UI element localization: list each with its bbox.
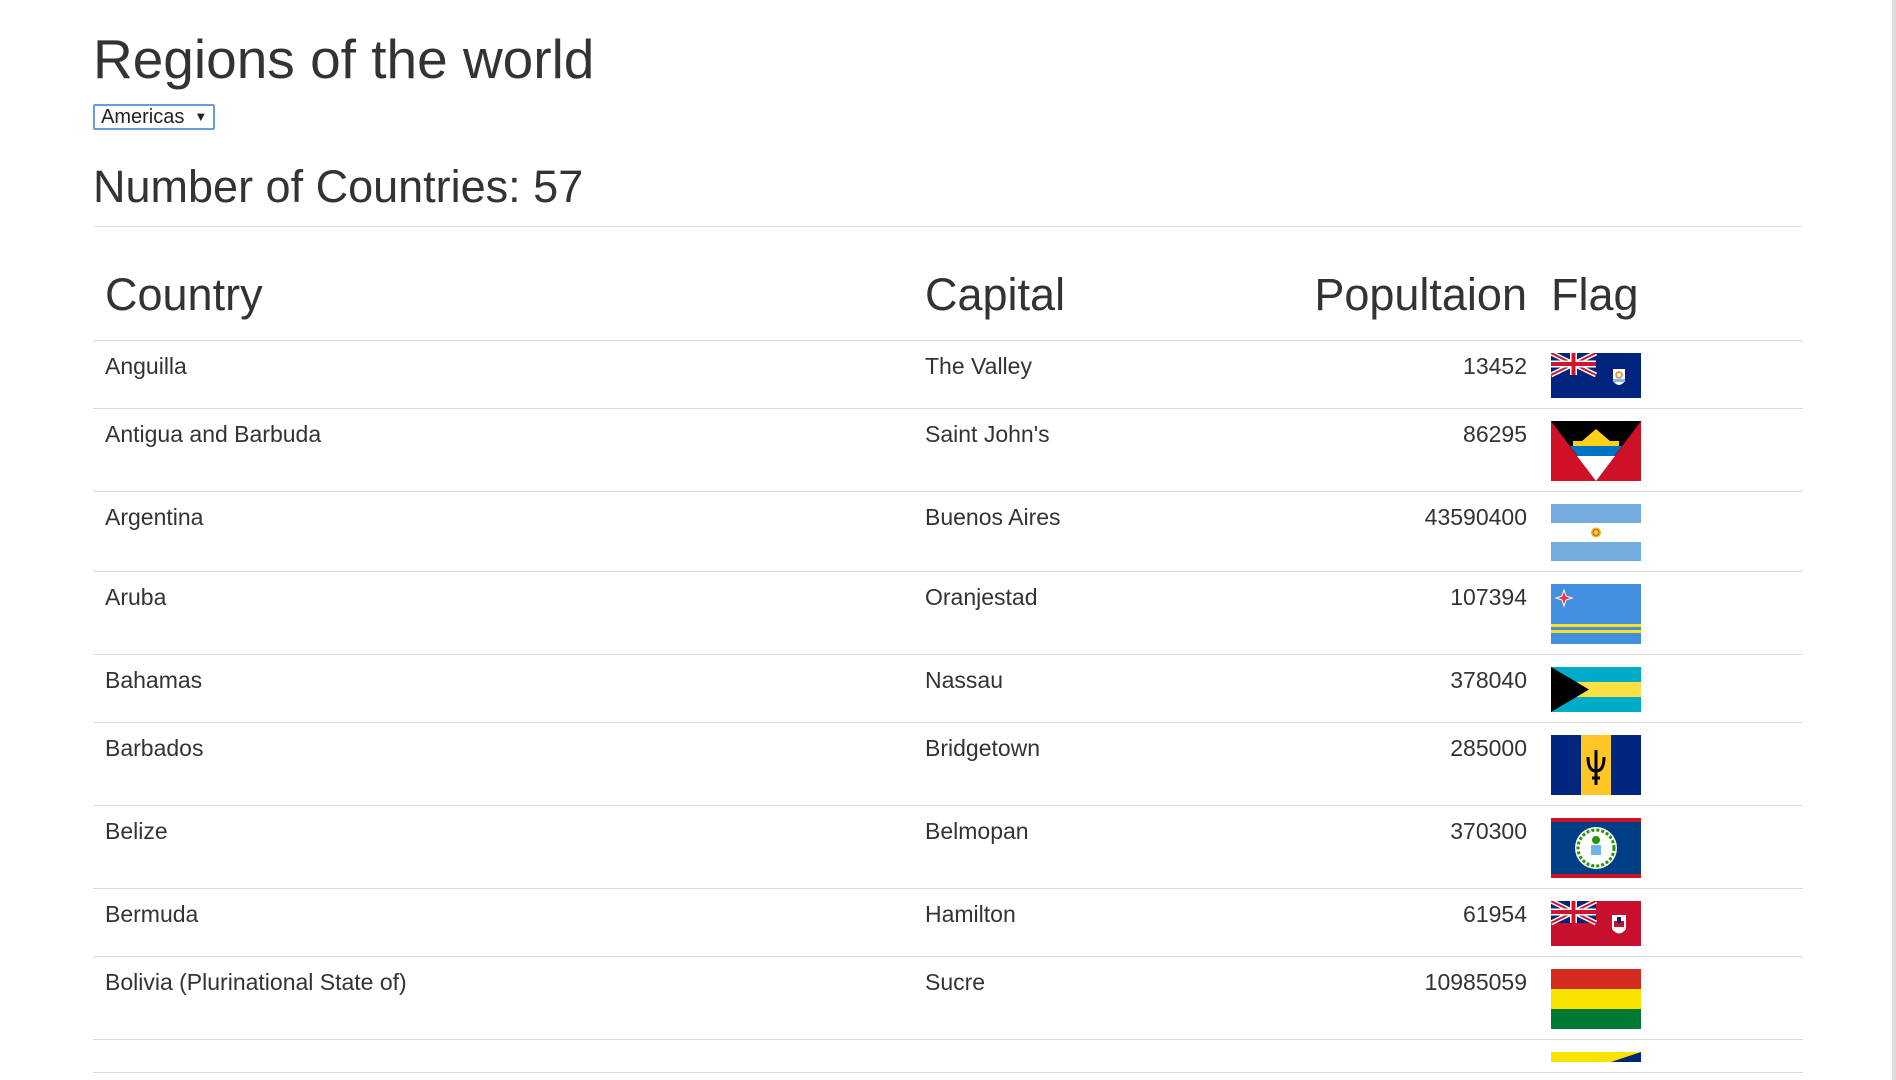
region-select-value: Americas	[101, 106, 185, 128]
country-name: Aruba	[93, 571, 913, 655]
population-value: 61954	[1213, 888, 1539, 957]
table-row: Aruba Oranjestad 107394	[93, 571, 1803, 655]
country-name: Bermuda	[93, 888, 913, 957]
capital-name: The Valley	[913, 340, 1213, 409]
table-header-row: Country Capital Popultaion Flag	[93, 258, 1803, 341]
page-title: Regions of the world	[93, 28, 595, 90]
capital-name: Buenos Aires	[913, 491, 1213, 572]
column-header-flag: Flag	[1539, 258, 1803, 341]
table-row: Belize Belmopan 370300	[93, 805, 1803, 889]
capital-name: Saint John's	[913, 408, 1213, 492]
table-row: Anguilla The Valley 13452	[93, 340, 1803, 409]
belize-flag	[1551, 818, 1641, 878]
country-name: Argentina	[93, 491, 913, 572]
population-value: 13452	[1213, 340, 1539, 409]
population-value: 370300	[1213, 805, 1539, 889]
divider	[93, 226, 1803, 227]
country-name: Barbados	[93, 722, 913, 806]
argentina-flag	[1551, 504, 1641, 561]
capital-name: Bridgetown	[913, 722, 1213, 806]
page-scrollbar[interactable]	[1892, 0, 1896, 1080]
population-value: 86295	[1213, 408, 1539, 492]
country-count: Number of Countries: 57	[93, 161, 584, 212]
bermuda-flag	[1551, 901, 1641, 946]
table-row: Bermuda Hamilton 61954	[93, 888, 1803, 957]
dropdown-arrow-icon: ▼	[194, 109, 208, 124]
capital-name: Sucre	[913, 956, 1213, 1040]
next-flag-partial	[1551, 1052, 1641, 1062]
population-value: 107394	[1213, 571, 1539, 655]
country-name: Bolivia (Plurinational State of)	[93, 956, 913, 1040]
table-row: Bolivia (Plurinational State of) Sucre 1…	[93, 956, 1803, 1040]
population-value: 285000	[1213, 722, 1539, 806]
country-name: Anguilla	[93, 340, 913, 409]
country-name: Belize	[93, 805, 913, 889]
countries-table: Country Capital Popultaion Flag Anguilla…	[93, 258, 1803, 1073]
capital-name: Oranjestad	[913, 571, 1213, 655]
population-value: 10985059	[1213, 956, 1539, 1040]
barbados-flag	[1551, 735, 1641, 795]
capital-name: Hamilton	[913, 888, 1213, 957]
anguilla-flag	[1551, 353, 1641, 398]
antigua-and-barbuda-flag	[1551, 421, 1641, 481]
column-header-capital: Capital	[913, 258, 1213, 341]
bolivia-flag	[1551, 969, 1641, 1029]
population-value: 378040	[1213, 654, 1539, 723]
country-name: Bahamas	[93, 654, 913, 723]
table-row: Antigua and Barbuda Saint John's 86295	[93, 408, 1803, 492]
aruba-flag	[1551, 584, 1641, 644]
column-header-country: Country	[93, 258, 913, 341]
capital-name: Belmopan	[913, 805, 1213, 889]
region-select[interactable]: Americas ▼	[93, 104, 215, 130]
table-row-partial	[93, 1039, 1803, 1073]
column-header-population: Popultaion	[1213, 258, 1539, 341]
table-row: Barbados Bridgetown 285000	[93, 722, 1803, 806]
capital-name: Nassau	[913, 654, 1213, 723]
table-row: Argentina Buenos Aires 43590400	[93, 491, 1803, 572]
bahamas-flag	[1551, 667, 1641, 712]
country-name: Antigua and Barbuda	[93, 408, 913, 492]
population-value: 43590400	[1213, 491, 1539, 572]
table-row: Bahamas Nassau 378040	[93, 654, 1803, 723]
